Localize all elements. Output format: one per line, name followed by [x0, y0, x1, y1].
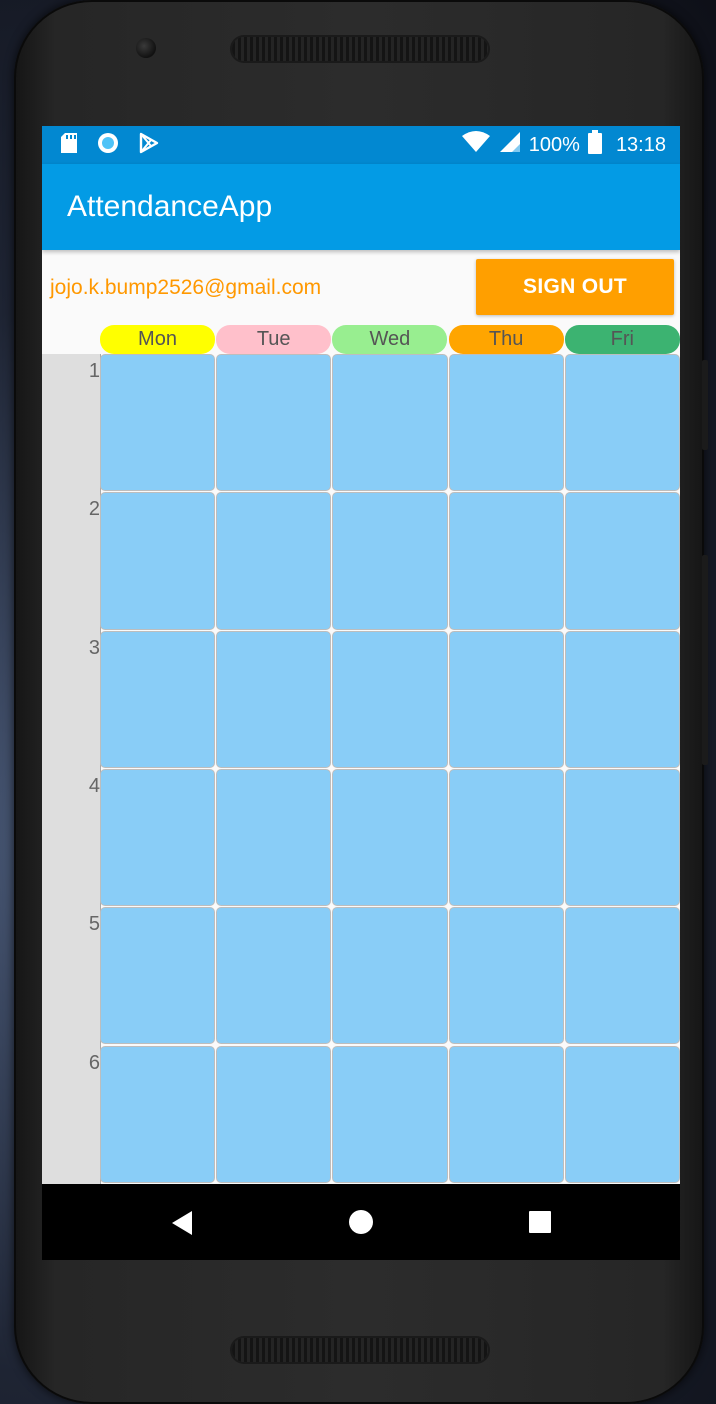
- timetable-cell[interactable]: [101, 493, 215, 629]
- timetable-cell[interactable]: [449, 493, 563, 629]
- back-icon[interactable]: [170, 1210, 194, 1241]
- period-label: 5: [88, 913, 100, 936]
- period-label: 4: [88, 774, 100, 797]
- timetable-cell[interactable]: [217, 493, 331, 629]
- day-header-fri: Fri: [564, 325, 680, 354]
- timetable-cell[interactable]: [565, 493, 679, 629]
- recents-icon[interactable]: [529, 1211, 551, 1238]
- timetable-cell[interactable]: [333, 493, 447, 629]
- sd-card-icon: [60, 132, 78, 159]
- timetable-cell[interactable]: [333, 631, 447, 767]
- timetable-cell[interactable]: [101, 769, 215, 906]
- day-header-thu: Thu: [448, 325, 564, 354]
- bottom-speaker: [232, 1338, 488, 1362]
- timetable-cell[interactable]: [565, 631, 679, 767]
- power-button: [702, 555, 708, 765]
- signal-icon: [499, 131, 521, 159]
- timetable-cell[interactable]: [565, 1046, 679, 1182]
- clock: 13:18: [615, 133, 666, 156]
- day-header-row: Mon Tue Wed Thu Fri: [100, 325, 680, 354]
- timetable-cell[interactable]: [565, 769, 679, 906]
- timetable-cell[interactable]: [101, 355, 215, 491]
- battery-icon: [587, 130, 602, 160]
- navigation-bar: [42, 1184, 680, 1260]
- timetable-cell[interactable]: [101, 631, 215, 767]
- period-label: 6: [88, 1051, 100, 1074]
- timetable-cell[interactable]: [565, 355, 679, 491]
- timetable-cell[interactable]: [217, 631, 331, 767]
- device-screen: 100% 13:18 AttendanceApp jojo.k.bump2526…: [42, 126, 680, 1260]
- timetable-cell[interactable]: [217, 769, 331, 906]
- period-label: 1: [88, 360, 100, 382]
- play-store-icon: [138, 132, 160, 159]
- timetable-cell[interactable]: [101, 1046, 215, 1182]
- period-label: 3: [88, 636, 100, 659]
- timetable-cell[interactable]: [449, 631, 563, 767]
- timetable-cell[interactable]: [101, 908, 215, 1044]
- status-bar: 100% 13:18: [42, 126, 680, 164]
- home-icon[interactable]: [348, 1209, 374, 1240]
- account-email: jojo.k.bump2526@gmail.com: [50, 276, 322, 299]
- volume-button: [702, 360, 708, 450]
- timetable-grid: 1 2 3 4 5 6: [42, 354, 680, 1184]
- battery-percent: 100%: [528, 133, 580, 156]
- radio-icon: [96, 131, 120, 160]
- day-header-tue: Tue: [216, 325, 332, 354]
- timetable-cell[interactable]: [449, 1046, 563, 1182]
- timetable-cell[interactable]: [217, 355, 331, 491]
- timetable-cell[interactable]: [333, 908, 447, 1044]
- period-label: 2: [88, 498, 100, 521]
- app-bar: AttendanceApp: [42, 164, 680, 250]
- timetable-cell[interactable]: [449, 908, 563, 1044]
- timetable-cell[interactable]: [333, 769, 447, 906]
- wifi-icon: [461, 131, 491, 159]
- timetable-cell[interactable]: [217, 908, 331, 1044]
- timetable-cell[interactable]: [449, 769, 563, 906]
- day-header-wed: Wed: [332, 325, 448, 354]
- sign-out-button[interactable]: SIGN OUT: [476, 259, 674, 315]
- app-title: AttendanceApp: [67, 190, 273, 223]
- day-header-mon: Mon: [100, 325, 215, 354]
- timetable-cell[interactable]: [333, 355, 447, 491]
- timetable-cell[interactable]: [217, 1046, 331, 1182]
- period-column: 1 2 3 4 5 6: [42, 354, 101, 1184]
- timetable-cell[interactable]: [449, 355, 563, 491]
- timetable-cell[interactable]: [333, 1046, 447, 1182]
- front-camera: [136, 38, 156, 58]
- earpiece-speaker: [232, 37, 488, 61]
- timetable-cell[interactable]: [565, 908, 679, 1044]
